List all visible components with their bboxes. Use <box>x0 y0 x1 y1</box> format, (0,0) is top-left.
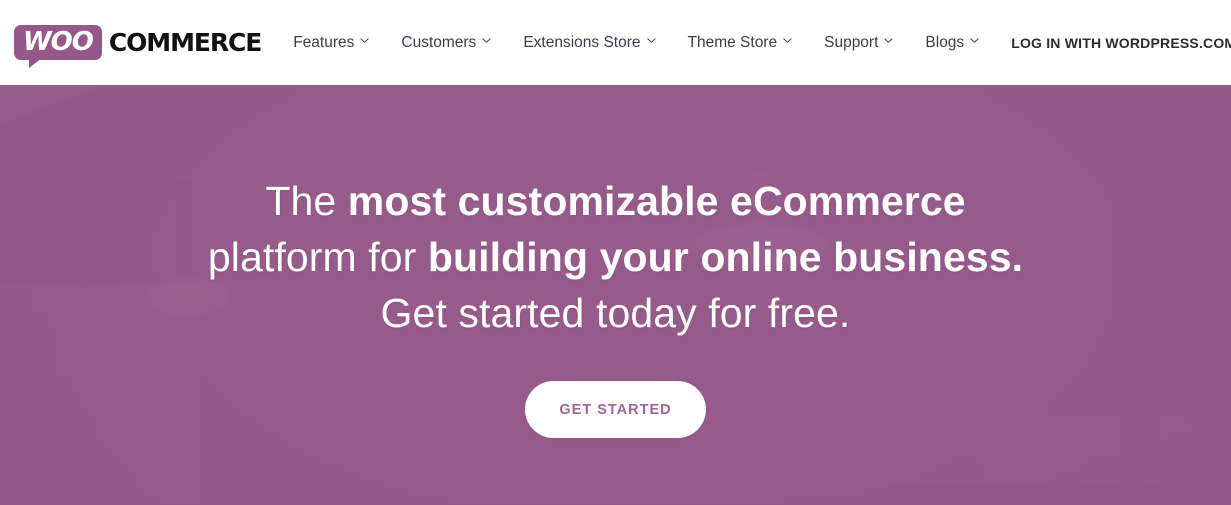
nav-item-customers[interactable]: Customers <box>385 34 507 52</box>
nav-item-label: Extensions Store <box>523 33 641 51</box>
chevron-down-icon <box>482 36 491 45</box>
hero-line1-light: The <box>265 178 348 224</box>
logo-commerce-text: COMMERCE <box>108 28 262 57</box>
hero-headline-line-3: Get started today for free. <box>380 290 851 336</box>
login-with-wordpress-link[interactable]: LOG IN WITH WORDPRESS.COM <box>995 35 1231 51</box>
hero-headline: The most customizable eCommerce platform… <box>208 173 1023 341</box>
logo-woo-text: WOO <box>23 27 94 57</box>
nav-item-label: Customers <box>401 33 477 51</box>
chevron-down-icon <box>783 36 792 45</box>
nav-item-label: Features <box>293 33 355 51</box>
hero-content: The most customizable eCommerce platform… <box>0 85 1231 505</box>
nav-item-label: Blogs <box>925 33 965 51</box>
chevron-down-icon <box>970 36 979 45</box>
nav-item-label: Support <box>824 33 879 51</box>
chevron-down-icon <box>646 36 656 45</box>
hero-get-started-button[interactable]: GET STARTED <box>525 381 706 438</box>
chevron-down-icon <box>884 36 894 45</box>
woocommerce-logo[interactable]: WOO COMMERCE <box>14 25 262 68</box>
main-navigation: Features Customers Extensions Store Them… <box>283 34 1231 52</box>
nav-item-support[interactable]: Support <box>808 34 909 52</box>
hero-line2-bold: building your online business. <box>427 234 1024 280</box>
logo-badge: WOO <box>14 25 102 68</box>
nav-item-blogs[interactable]: Blogs <box>909 34 995 52</box>
hero-headline-line-1: The most customizable eCommerce <box>208 173 1023 229</box>
nav-item-label: Theme Store <box>687 33 778 51</box>
hero-line1-bold: most customizable eCommerce <box>347 178 966 224</box>
chevron-down-icon <box>360 36 369 45</box>
hero-line2-light: platform for <box>207 234 428 280</box>
nav-item-features[interactable]: Features <box>283 34 385 52</box>
nav-item-extensions-store[interactable]: Extensions Store <box>507 34 671 52</box>
hero-section: The most customizable eCommerce platform… <box>0 85 1231 505</box>
site-header: WOO COMMERCE Features Customers Extensio… <box>0 0 1231 85</box>
hero-headline-line-2: platform for building your online busine… <box>208 229 1023 285</box>
nav-item-theme-store[interactable]: Theme Store <box>672 34 809 52</box>
